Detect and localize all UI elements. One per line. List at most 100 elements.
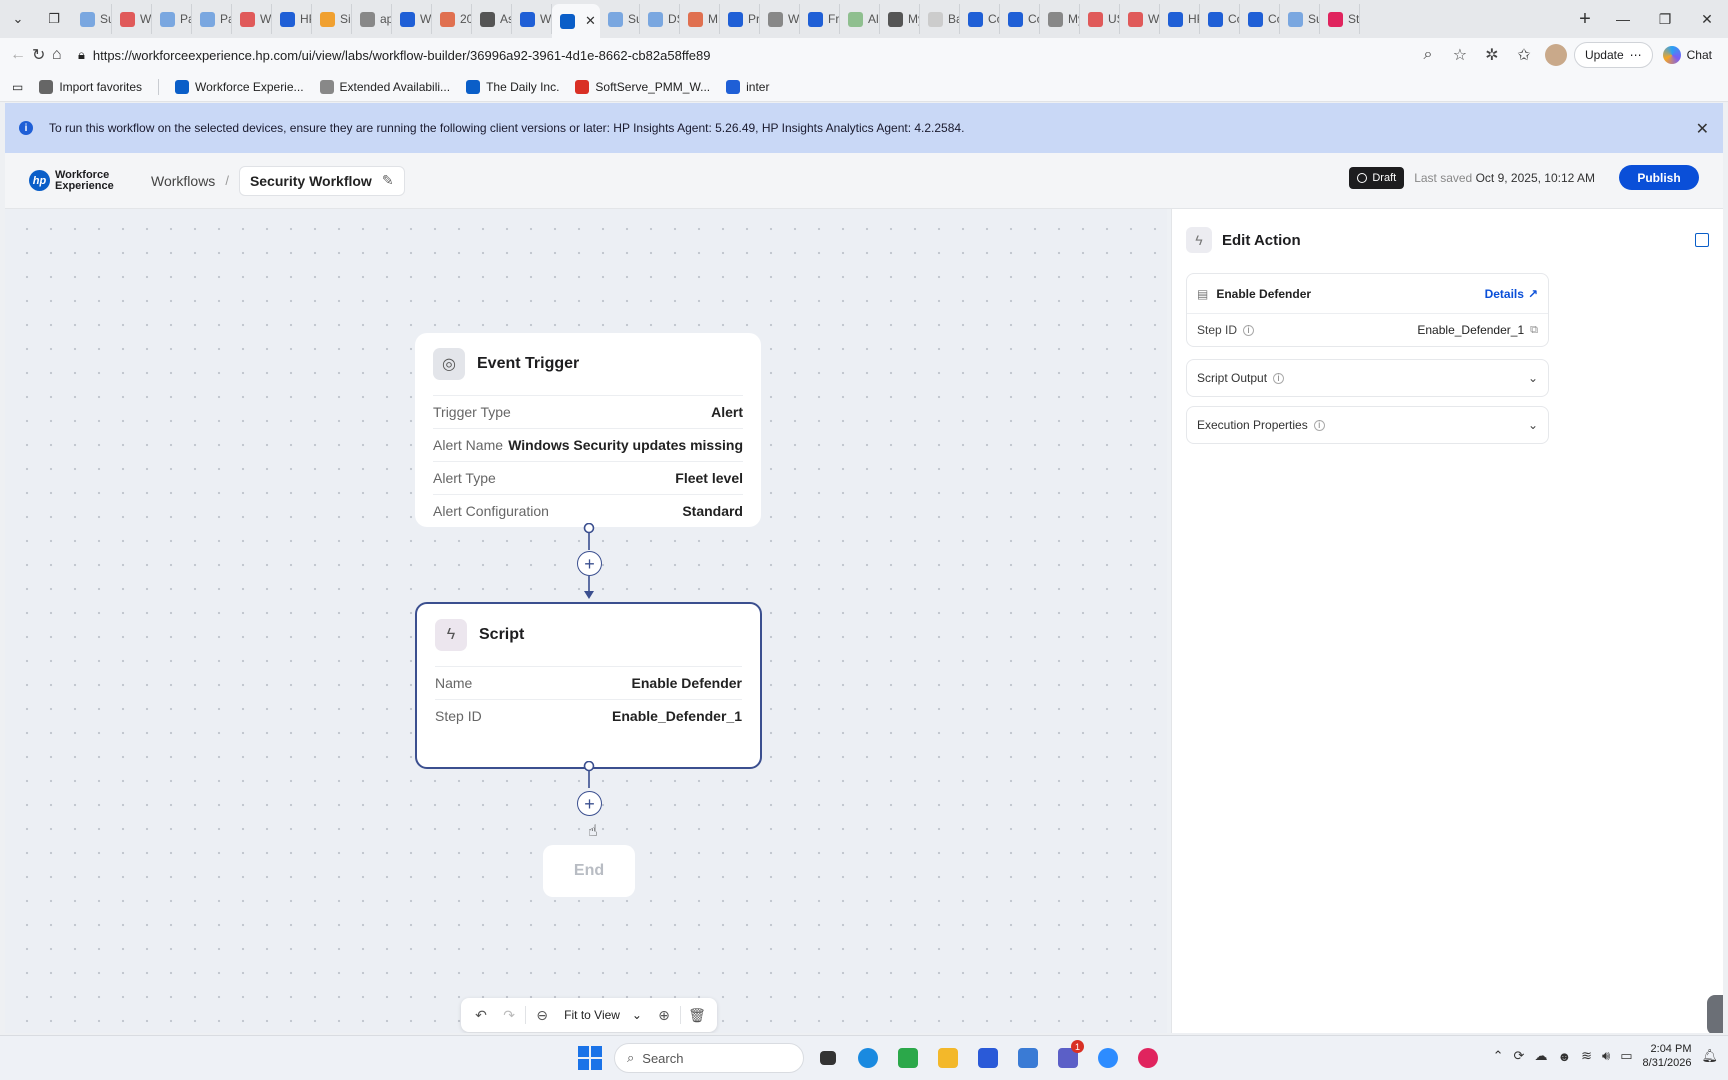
copilot-chat-button[interactable]: Chat: [1657, 46, 1718, 64]
update-button[interactable]: Update ⋯: [1573, 42, 1653, 68]
browser-tab[interactable]: Sur: [600, 4, 640, 34]
info-icon[interactable]: i: [1243, 324, 1255, 336]
browser-tab[interactable]: Sur: [72, 4, 112, 34]
profile-button[interactable]: [1542, 41, 1570, 69]
task-view-icon[interactable]: [812, 1042, 844, 1074]
bookmark-item[interactable]: inter: [726, 79, 769, 94]
sync-icon[interactable]: ⟳: [1514, 1048, 1525, 1064]
browser-tab[interactable]: Par: [152, 4, 192, 34]
browser-tab[interactable]: As: [472, 4, 512, 34]
script-node[interactable]: ϟ Script Name Enable Defender Step ID Enabl…: [415, 602, 762, 769]
start-button[interactable]: [574, 1042, 606, 1074]
zoom-icon[interactable]: [1092, 1042, 1124, 1074]
breadcrumb-workflows[interactable]: Workflows: [151, 173, 215, 189]
browser-tab[interactable]: WX: [760, 4, 800, 34]
execution-properties-accordion[interactable]: Execution Properties i ⌄: [1186, 406, 1549, 444]
wifi-icon[interactable]: ≋: [1581, 1048, 1592, 1064]
zoom-out-button[interactable]: ⊖: [530, 1002, 554, 1028]
banner-close-button[interactable]: ✕: [1696, 119, 1709, 139]
browser-tab[interactable]: MF: [680, 4, 720, 34]
refresh-button[interactable]: ↻: [32, 41, 45, 69]
browser-tab[interactable]: Co: [1200, 4, 1240, 34]
favorites-icon[interactable]: ✩: [1510, 41, 1538, 69]
event-trigger-node[interactable]: ◎ Event Trigger Trigger Type Alert Alert N…: [415, 333, 761, 527]
notepad-icon[interactable]: [1012, 1042, 1044, 1074]
hp-logo[interactable]: hp: [29, 170, 50, 191]
browser-tab[interactable]: DS: [640, 4, 680, 34]
browser-tab[interactable]: Fric: [800, 4, 840, 34]
chevron-up-icon[interactable]: ⌃: [1493, 1048, 1504, 1064]
browser-tab[interactable]: Bac: [920, 4, 960, 34]
publish-button[interactable]: Publish: [1619, 165, 1699, 190]
info-icon[interactable]: i: [1313, 419, 1325, 431]
clock[interactable]: 2:04 PM 8/31/2026: [1643, 1042, 1692, 1070]
volume-icon[interactable]: 🔊︎: [1602, 1048, 1610, 1064]
bookmark-item[interactable]: SoftServe_PMM_W...: [575, 79, 710, 94]
redo-button[interactable]: ↷: [497, 1002, 521, 1028]
teams-icon[interactable]: 1: [1052, 1040, 1084, 1074]
zoom-icon[interactable]: ⌕: [1414, 41, 1442, 69]
browser-tab[interactable]: My: [880, 4, 920, 34]
tab-active[interactable]: ✕: [552, 4, 600, 38]
add-step-button[interactable]: +: [577, 791, 602, 816]
undo-button[interactable]: ↶: [469, 1002, 493, 1028]
battery-icon[interactable]: ▭: [1620, 1048, 1632, 1064]
browser-tab[interactable]: Co: [1000, 4, 1040, 34]
microsoft-store-icon[interactable]: [972, 1042, 1004, 1074]
browser-tab[interactable]: HP: [1160, 4, 1200, 34]
edge-icon[interactable]: [852, 1042, 884, 1074]
workflow-name-field[interactable]: Security Workflow ✎: [238, 165, 405, 196]
collapse-panel-icon[interactable]: [1695, 233, 1709, 247]
close-window-button[interactable]: ✕: [1686, 0, 1728, 38]
browser-tab[interactable]: 20: [432, 4, 472, 34]
details-link[interactable]: Details ↗: [1485, 287, 1538, 301]
browser-tab[interactable]: US: [1080, 4, 1120, 34]
extensions-icon[interactable]: ✲: [1478, 41, 1506, 69]
people-icon[interactable]: ☻: [1557, 1049, 1571, 1064]
browser-tab[interactable]: Co: [1240, 4, 1280, 34]
zoom-in-button[interactable]: ⊕: [652, 1002, 676, 1028]
browser-tab[interactable]: WX: [1120, 4, 1160, 34]
bookmark-item[interactable]: The Daily Inc.: [466, 79, 559, 94]
favorite-star-icon[interactable]: ☆: [1446, 41, 1474, 69]
browser-tab[interactable]: Co: [960, 4, 1000, 34]
browser-tab[interactable]: Par: [192, 4, 232, 34]
store-apps-icon[interactable]: [892, 1042, 924, 1074]
info-icon[interactable]: i: [1273, 372, 1285, 384]
zoom-level-select[interactable]: Fit to View ⌄: [558, 1002, 648, 1028]
browser-tab[interactable]: WX: [112, 4, 152, 34]
back-button[interactable]: ←: [10, 41, 26, 69]
browser-tab[interactable]: Prc: [720, 4, 760, 34]
bookmark-item[interactable]: Extended Availabili...: [319, 79, 450, 94]
new-tab-button[interactable]: +: [1568, 0, 1602, 38]
cloud-icon[interactable]: ☁: [1534, 1048, 1547, 1064]
browser-tab[interactable]: Wc: [512, 4, 552, 34]
taskbar-search[interactable]: ⌕ Search: [614, 1043, 804, 1073]
notifications-icon[interactable]: 🔔︎: [1701, 1048, 1718, 1064]
browser-tab[interactable]: HP: [272, 4, 312, 34]
file-explorer-icon[interactable]: [932, 1042, 964, 1074]
panel-resize-handle[interactable]: [1707, 995, 1723, 1033]
minimize-button[interactable]: —: [1602, 0, 1644, 38]
url-field[interactable]: 🔒︎ https://workforceexperience.hp.com/ui…: [68, 41, 1408, 69]
browser-tab[interactable]: Alic: [840, 4, 880, 34]
browser-tab[interactable]: WX: [232, 4, 272, 34]
workflow-canvas[interactable]: ◎ Event Trigger Trigger Type Alert Alert N…: [5, 209, 1167, 1033]
end-node[interactable]: End: [543, 845, 635, 897]
bookmark-item[interactable]: Workforce Experie...: [175, 79, 304, 94]
close-tab-icon[interactable]: ✕: [585, 13, 596, 29]
bookmark-item[interactable]: Import favorites: [39, 79, 142, 94]
browser-tab[interactable]: My: [1040, 4, 1080, 34]
browser-tab[interactable]: Wc: [392, 4, 432, 34]
browser-tab[interactable]: Sig: [312, 4, 352, 34]
add-step-button[interactable]: +: [577, 551, 602, 576]
workspaces-icon[interactable]: ❐: [36, 0, 72, 38]
browser-tab[interactable]: ap: [352, 4, 392, 34]
copy-icon[interactable]: ⧉: [1530, 324, 1538, 337]
delete-button[interactable]: 🗑︎: [685, 1002, 709, 1028]
pencil-icon[interactable]: ✎: [382, 172, 394, 189]
app-pink-icon[interactable]: [1132, 1042, 1164, 1074]
browser-tab[interactable]: Sto: [1320, 4, 1360, 34]
browser-tab[interactable]: Sur: [1280, 4, 1320, 34]
bookmark-bar-toggle-icon[interactable]: ▭: [12, 80, 23, 94]
